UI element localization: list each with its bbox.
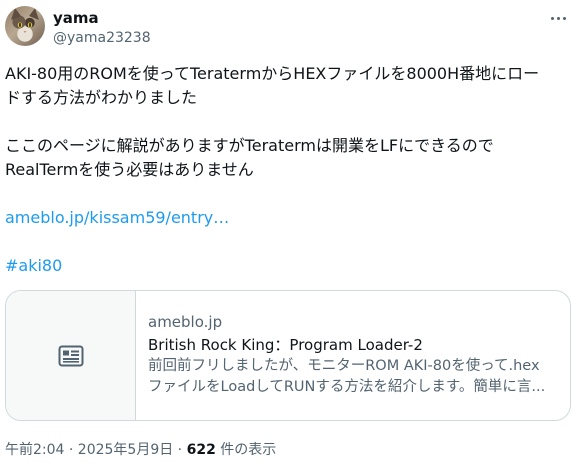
card-description: 前回前フリしましたが、モニターROM AKI-80を使って.hex ファイルをL… (148, 356, 558, 398)
cat-avatar-image (11, 8, 39, 33)
tweet-text-line: ここのページに解説がありますがTeratermは開業をLFにできるので (5, 136, 494, 155)
more-horizontal-icon (550, 16, 554, 20)
tweet-text-line: RealTermを使う必要はありません (5, 160, 254, 179)
card-title: British Rock King：Program Loader-2 (148, 336, 423, 354)
card-thumbnail (6, 291, 136, 420)
tweet-text-spacer (5, 230, 567, 254)
avatar[interactable] (5, 6, 45, 46)
tweet-url-link[interactable]: ameblo.jp/kissam59/entry… (5, 206, 567, 230)
card-domain: ameblo.jp (148, 313, 223, 331)
more-options-button[interactable] (547, 8, 569, 28)
card-description-line: ファイルをLoadしてRUNする方法を紹介します。簡単に言... (148, 379, 546, 395)
tweet-text: AKI-80用のROMを使ってTeratermからHEXファイルを8000H番地… (5, 62, 567, 278)
tweet-metadata: 午前2:04 · 2025年5月9日 · 622 件の表示 (5, 439, 276, 459)
hashtag-link[interactable]: #aki80 (5, 254, 567, 278)
tweet-timestamp[interactable]: 午前2:04 · 2025年5月9日 · (5, 442, 187, 458)
tweet-header: yama @yama23238 (5, 6, 573, 48)
card-body: ameblo.jp British Rock King：Program Load… (148, 312, 558, 398)
card-description-line: 前回前フリしましたが、モニターROM AKI-80を使って.hex (148, 358, 540, 374)
view-count: 622 (186, 442, 216, 458)
tweet-text-spacer (5, 182, 567, 206)
more-horizontal-icon-dot (562, 16, 566, 20)
more-horizontal-icon-dot (556, 16, 560, 20)
view-count-label: 件の表示 (215, 442, 277, 458)
tweet-text-spacer (5, 110, 567, 134)
tweet-text-line: AKI-80用のROMを使ってTeratermからHEXファイルを8000H番地… (5, 64, 540, 83)
user-handle[interactable]: @yama23238 (53, 30, 151, 46)
user-name[interactable]: yama (53, 9, 99, 27)
link-preview-card[interactable]: ameblo.jp British Rock King：Program Load… (5, 290, 571, 421)
article-icon (58, 345, 83, 366)
tweet-text-line: ドする方法がわかりました (5, 88, 198, 107)
